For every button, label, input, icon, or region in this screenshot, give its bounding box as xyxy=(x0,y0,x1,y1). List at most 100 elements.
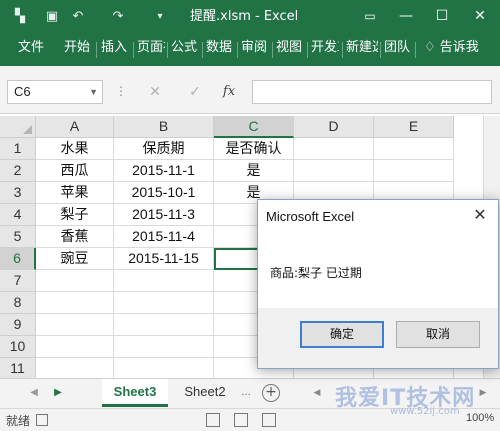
dialog-title: Microsoft Excel xyxy=(266,209,355,224)
more-sheets-ellipsis[interactable]: ... xyxy=(238,385,254,401)
page-break-view-icon[interactable] xyxy=(262,413,276,427)
tab-view[interactable]: 视图 xyxy=(276,34,304,66)
cell[interactable] xyxy=(36,336,114,358)
macro-record-icon[interactable] xyxy=(36,414,48,426)
formula-input[interactable] xyxy=(252,80,492,104)
cell[interactable]: 保质期 xyxy=(114,138,214,160)
tell-me-label: 告诉我 xyxy=(439,40,479,55)
cell[interactable] xyxy=(114,292,214,314)
column-header-e[interactable]: E xyxy=(374,116,454,138)
excel-logo-icon: ▚ xyxy=(15,9,25,24)
chevron-down-icon[interactable]: ▼ xyxy=(89,81,98,103)
dialog-footer: 确定 取消 xyxy=(258,308,498,368)
save-icon[interactable]: ▣ xyxy=(40,0,64,34)
tab-data[interactable]: 数据 xyxy=(206,34,234,66)
cell[interactable]: 2015-11-3 xyxy=(114,204,214,226)
tab-file[interactable]: 文件 xyxy=(18,34,46,66)
tab-insert[interactable]: 插入 xyxy=(101,34,129,66)
ribbon-separator xyxy=(272,42,273,58)
cell[interactable] xyxy=(374,160,454,182)
tab-home[interactable]: 开始 xyxy=(64,34,92,66)
cell[interactable]: 是否确认 xyxy=(214,138,294,160)
enter-entry-icon[interactable]: ✓ xyxy=(184,81,206,103)
close-icon[interactable]: ✕ xyxy=(462,0,498,34)
cancel-entry-icon[interactable]: ✕ xyxy=(144,81,166,103)
sheet-tab-sheet3[interactable]: Sheet3 xyxy=(102,379,168,407)
cell[interactable] xyxy=(294,138,374,160)
cell[interactable]: 2015-10-1 xyxy=(114,182,214,204)
row-header-3[interactable]: 3 xyxy=(0,182,36,204)
cell[interactable] xyxy=(114,270,214,292)
cell[interactable] xyxy=(36,314,114,336)
column-header-c[interactable]: C xyxy=(214,116,294,138)
cancel-button[interactable]: 取消 xyxy=(396,321,480,348)
grip-icon[interactable]: ⋮ xyxy=(115,84,128,98)
row-header-7[interactable]: 7 xyxy=(0,270,36,292)
ribbon-separator xyxy=(133,42,134,58)
ok-button[interactable]: 确定 xyxy=(300,321,384,348)
cell[interactable]: 西瓜 xyxy=(36,160,114,182)
cell[interactable]: 豌豆 xyxy=(36,248,114,270)
row-header-5[interactable]: 5 xyxy=(0,226,36,248)
row-header-2[interactable]: 2 xyxy=(0,160,36,182)
add-sheet-icon[interactable]: + xyxy=(262,384,280,402)
zoom-level[interactable]: 100% xyxy=(466,412,494,424)
redo-icon[interactable]: ↷ xyxy=(106,0,130,34)
scroll-left-icon[interactable]: ◀ xyxy=(26,385,42,401)
cell[interactable]: 是 xyxy=(214,160,294,182)
column-header-a[interactable]: A xyxy=(36,116,114,138)
tab-new-tab[interactable]: 新建选项卡 xyxy=(346,34,378,66)
page-layout-view-icon[interactable] xyxy=(234,413,248,427)
row-header-11[interactable]: 11 xyxy=(0,358,36,380)
ribbon-separator xyxy=(96,42,97,58)
cell[interactable]: 梨子 xyxy=(36,204,114,226)
tab-review[interactable]: 审阅 xyxy=(241,34,269,66)
ribbon-separator xyxy=(415,42,416,58)
row-header-10[interactable]: 10 xyxy=(0,336,36,358)
customize-icon[interactable]: ▾ xyxy=(148,0,172,34)
tab-developer[interactable]: 开发工具 xyxy=(311,34,339,66)
select-all-button[interactable] xyxy=(0,116,36,138)
tell-me-box[interactable]: ♢ 告诉我 xyxy=(424,34,500,66)
normal-view-icon[interactable] xyxy=(206,413,220,427)
cell[interactable] xyxy=(36,358,114,380)
minimize-icon[interactable]: — xyxy=(388,0,424,34)
row-header-4[interactable]: 4 xyxy=(0,204,36,226)
scroll-right-icon[interactable]: ▶ xyxy=(50,385,66,401)
row-header-1[interactable]: 1 xyxy=(0,138,36,160)
cell[interactable] xyxy=(294,160,374,182)
cell[interactable]: 苹果 xyxy=(36,182,114,204)
tab-team[interactable]: 团队 xyxy=(384,34,412,66)
row-header-9[interactable]: 9 xyxy=(0,314,36,336)
cell[interactable]: 2015-11-4 xyxy=(114,226,214,248)
close-icon[interactable]: ✕ xyxy=(462,200,498,230)
cell[interactable] xyxy=(36,292,114,314)
tab-formulas[interactable]: 公式 xyxy=(171,34,199,66)
ribbon-display-icon[interactable]: ▭ xyxy=(352,0,388,34)
formula-bar: C6 ▼ ⋮ ✕ ✓ fx xyxy=(0,66,500,114)
cell[interactable] xyxy=(36,270,114,292)
cell[interactable]: 2015-11-1 xyxy=(114,160,214,182)
cell[interactable]: 2015-11-15 xyxy=(114,248,214,270)
cell[interactable] xyxy=(114,336,214,358)
cell[interactable] xyxy=(114,314,214,336)
column-header-d[interactable]: D xyxy=(294,116,374,138)
cell[interactable]: 香蕉 xyxy=(36,226,114,248)
maximize-icon[interactable]: ☐ xyxy=(424,0,460,34)
ribbon-separator xyxy=(380,42,381,58)
row-header-8[interactable]: 8 xyxy=(0,292,36,314)
cell[interactable] xyxy=(374,138,454,160)
tab-page-layout[interactable]: 页面布局 xyxy=(137,34,165,66)
sheet-tab-sheet2[interactable]: Sheet2 xyxy=(172,379,238,407)
cell[interactable]: 水果 xyxy=(36,138,114,160)
undo-icon[interactable]: ↶ xyxy=(66,0,90,34)
row-header-6[interactable]: 6 xyxy=(0,248,36,270)
scroll-right-arrow-icon[interactable]: ▶ xyxy=(476,385,490,401)
name-box[interactable]: C6 ▼ xyxy=(7,80,103,104)
ribbon-separator xyxy=(237,42,238,58)
scroll-left-arrow-icon[interactable]: ◀ xyxy=(310,385,324,401)
column-header-b[interactable]: B xyxy=(114,116,214,138)
insert-function-icon[interactable]: fx xyxy=(218,81,240,103)
ribbon-separator xyxy=(342,42,343,58)
cell[interactable] xyxy=(114,358,214,380)
